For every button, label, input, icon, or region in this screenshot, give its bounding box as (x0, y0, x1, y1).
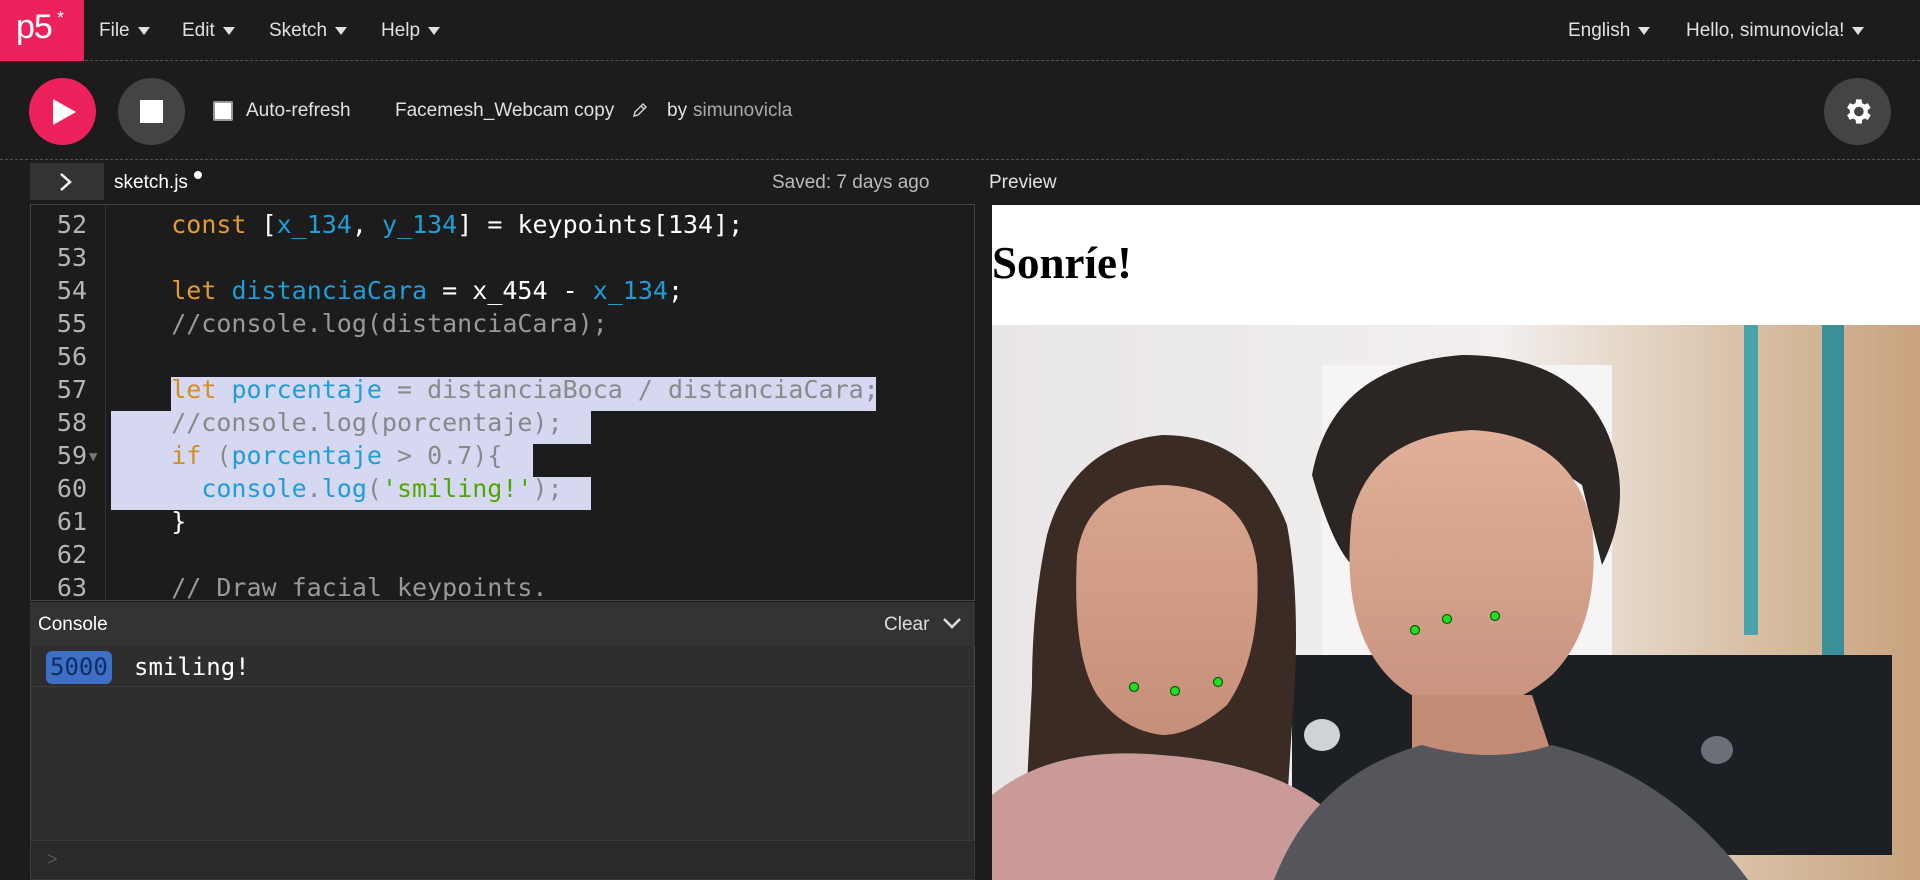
keypoint-dot (1169, 685, 1181, 697)
menu-help-label: Help (381, 19, 421, 41)
line-number: 57 (56, 375, 87, 404)
unsaved-indicator (194, 171, 202, 179)
console-prompt-icon: > (47, 849, 58, 869)
keypoint-dot (1489, 610, 1501, 622)
console-message: smiling! (134, 653, 250, 681)
console-title: Console (38, 614, 108, 635)
keypoint-dot (1409, 624, 1421, 636)
console-header: Console Clear (30, 602, 975, 646)
console-clear-button[interactable]: Clear (884, 614, 929, 636)
tab-sketch-js[interactable]: sketch.js (114, 172, 188, 194)
chevron-right-icon (60, 173, 72, 191)
settings-button[interactable] (1824, 78, 1891, 145)
menu-sketch[interactable]: Sketch (269, 0, 348, 61)
expand-sidebar-button[interactable] (30, 163, 104, 200)
language-label: English (1568, 19, 1631, 41)
top-nav: p5 * File Edit Sketch Help English Hello… (0, 0, 1920, 61)
code-line: //console.log(distanciaCara); (111, 309, 608, 338)
line-number: 60 (56, 474, 87, 503)
code-line: // Draw facial keypoints. (111, 573, 548, 601)
line-number: 54 (56, 276, 87, 305)
menu-edit[interactable]: Edit (182, 0, 235, 61)
code-line: if (porcentaje > 0.7){ (171, 441, 503, 470)
saved-status: Saved: 7 days ago (772, 172, 930, 193)
chevron-down-icon[interactable] (942, 616, 962, 630)
pencil-icon[interactable] (632, 102, 648, 118)
line-number: 56 (56, 342, 87, 371)
user-greeting: Hello, simunovicla! (1686, 19, 1845, 41)
code-line: let distanciaCara = x_454 - x_134; (171, 276, 684, 305)
console-output: 5000 smiling! (30, 646, 975, 840)
code-line: let porcentaje = distanciaBoca / distanc… (171, 375, 879, 404)
menu-file-label: File (99, 19, 130, 41)
stop-icon (140, 100, 163, 123)
partial-code-line (111, 205, 367, 208)
keypoint-dot (1441, 613, 1453, 625)
line-number: 58 (56, 408, 87, 437)
caret-down-icon (1638, 26, 1651, 35)
gear-icon (1847, 99, 1871, 124)
fold-triangle-icon[interactable]: ▼ (89, 449, 97, 465)
line-number: 53 (56, 243, 87, 272)
line-gutter: 52 53 54 55 56 57 58 59 ▼ 60 61 62 63 (31, 205, 106, 600)
caret-down-icon (1852, 26, 1865, 35)
line-number: 61 (56, 507, 87, 536)
play-icon (53, 99, 76, 125)
line-number: 52 (56, 210, 87, 239)
by-label: by (667, 100, 688, 121)
stop-button[interactable] (118, 78, 185, 145)
console-input[interactable]: > (30, 840, 975, 880)
code-line: //console.log(porcentaje); (111, 408, 563, 437)
toolbar: Auto-refresh Facemesh_Webcam copy by sim… (0, 62, 1920, 160)
code-line: const [x_134, y_134] = keypoints[134]; (171, 210, 744, 239)
logo-text: p5 (16, 8, 53, 46)
play-button[interactable] (29, 78, 96, 145)
line-number: 62 (56, 540, 87, 569)
keypoint-dot (1128, 681, 1140, 693)
p5-logo[interactable]: p5 * (0, 0, 84, 61)
logo-asterisk: * (57, 8, 65, 28)
caret-down-icon (222, 26, 235, 35)
line-number: 55 (56, 309, 87, 338)
caret-down-icon (335, 26, 348, 35)
menu-edit-label: Edit (182, 19, 215, 41)
menu-help[interactable]: Help (381, 0, 441, 61)
menu-sketch-label: Sketch (269, 19, 328, 41)
line-number: 59 (56, 441, 87, 470)
author-link[interactable]: simunovicla (693, 100, 792, 122)
code-line: console.log('smiling!'); (201, 474, 563, 503)
preview-label: Preview (989, 172, 1057, 193)
console-message-row: 5000 smiling! (31, 646, 974, 687)
caret-down-icon (137, 26, 150, 35)
caret-down-icon (428, 26, 441, 35)
auto-refresh-checkbox[interactable] (213, 101, 233, 121)
sketch-name[interactable]: Facemesh_Webcam copy (395, 100, 614, 122)
message-count-badge: 5000 (46, 651, 112, 684)
auto-refresh-label: Auto-refresh (246, 100, 351, 121)
preview-frame[interactable]: Sonríe! (992, 205, 1920, 880)
user-menu[interactable]: Hello, simunovicla! (1686, 0, 1865, 61)
line-number: 63 (56, 573, 87, 601)
code-line: } (111, 507, 187, 536)
keypoint-dot (1212, 676, 1224, 688)
code-editor[interactable]: 52 53 54 55 56 57 58 59 ▼ 60 61 62 63 co… (30, 204, 975, 601)
webcam-video (992, 325, 1920, 880)
language-menu[interactable]: English (1568, 0, 1651, 61)
editor-header: sketch.js Saved: 7 days ago (30, 163, 975, 203)
menu-file[interactable]: File (99, 0, 150, 61)
preview-heading: Sonríe! (992, 238, 1132, 288)
